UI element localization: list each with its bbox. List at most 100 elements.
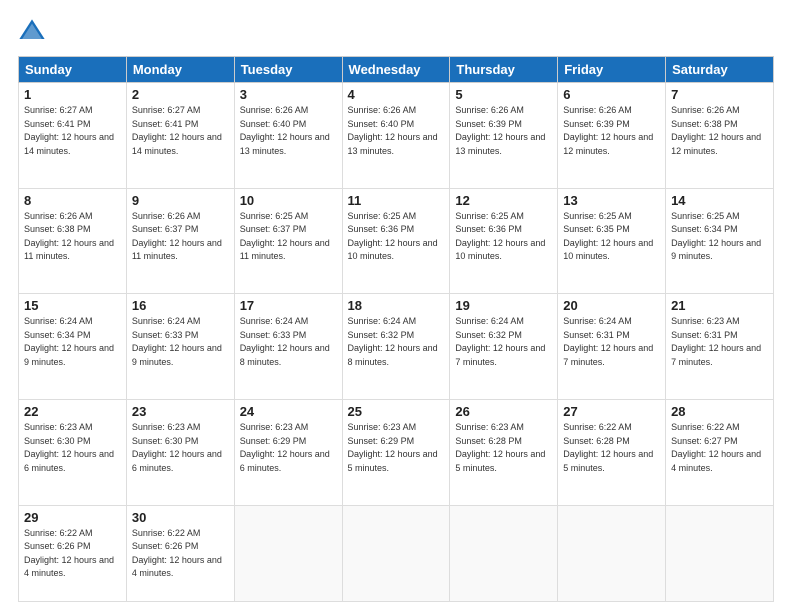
day-info: Sunrise: 6:22 AMSunset: 6:27 PMDaylight:…	[671, 422, 761, 473]
day-info: Sunrise: 6:26 AMSunset: 6:38 PMDaylight:…	[671, 105, 761, 156]
logo-icon	[18, 18, 46, 46]
calendar-cell: 8 Sunrise: 6:26 AMSunset: 6:38 PMDayligh…	[19, 188, 127, 294]
calendar-header-row: SundayMondayTuesdayWednesdayThursdayFrid…	[19, 57, 774, 83]
day-number: 13	[563, 193, 660, 208]
day-info: Sunrise: 6:25 AMSunset: 6:37 PMDaylight:…	[240, 211, 330, 262]
calendar-cell: 26 Sunrise: 6:23 AMSunset: 6:28 PMDaylig…	[450, 400, 558, 506]
day-number: 4	[348, 87, 445, 102]
calendar-cell	[666, 505, 774, 601]
day-number: 17	[240, 298, 337, 313]
day-info: Sunrise: 6:22 AMSunset: 6:26 PMDaylight:…	[24, 528, 114, 579]
day-number: 30	[132, 510, 229, 525]
day-header-tuesday: Tuesday	[234, 57, 342, 83]
week-row-2: 8 Sunrise: 6:26 AMSunset: 6:38 PMDayligh…	[19, 188, 774, 294]
day-info: Sunrise: 6:24 AMSunset: 6:33 PMDaylight:…	[240, 316, 330, 367]
calendar-cell: 29 Sunrise: 6:22 AMSunset: 6:26 PMDaylig…	[19, 505, 127, 601]
day-info: Sunrise: 6:25 AMSunset: 6:35 PMDaylight:…	[563, 211, 653, 262]
week-row-5: 29 Sunrise: 6:22 AMSunset: 6:26 PMDaylig…	[19, 505, 774, 601]
calendar-cell: 28 Sunrise: 6:22 AMSunset: 6:27 PMDaylig…	[666, 400, 774, 506]
day-header-sunday: Sunday	[19, 57, 127, 83]
calendar-cell: 17 Sunrise: 6:24 AMSunset: 6:33 PMDaylig…	[234, 294, 342, 400]
calendar-cell	[234, 505, 342, 601]
day-number: 9	[132, 193, 229, 208]
day-info: Sunrise: 6:23 AMSunset: 6:29 PMDaylight:…	[348, 422, 438, 473]
calendar-cell: 22 Sunrise: 6:23 AMSunset: 6:30 PMDaylig…	[19, 400, 127, 506]
day-info: Sunrise: 6:26 AMSunset: 6:40 PMDaylight:…	[240, 105, 330, 156]
calendar-cell: 3 Sunrise: 6:26 AMSunset: 6:40 PMDayligh…	[234, 83, 342, 189]
day-info: Sunrise: 6:27 AMSunset: 6:41 PMDaylight:…	[132, 105, 222, 156]
day-info: Sunrise: 6:26 AMSunset: 6:40 PMDaylight:…	[348, 105, 438, 156]
day-header-thursday: Thursday	[450, 57, 558, 83]
day-number: 18	[348, 298, 445, 313]
day-info: Sunrise: 6:25 AMSunset: 6:36 PMDaylight:…	[455, 211, 545, 262]
day-info: Sunrise: 6:24 AMSunset: 6:32 PMDaylight:…	[455, 316, 545, 367]
day-info: Sunrise: 6:23 AMSunset: 6:29 PMDaylight:…	[240, 422, 330, 473]
week-row-4: 22 Sunrise: 6:23 AMSunset: 6:30 PMDaylig…	[19, 400, 774, 506]
week-row-3: 15 Sunrise: 6:24 AMSunset: 6:34 PMDaylig…	[19, 294, 774, 400]
day-number: 16	[132, 298, 229, 313]
day-info: Sunrise: 6:23 AMSunset: 6:30 PMDaylight:…	[24, 422, 114, 473]
day-number: 15	[24, 298, 121, 313]
day-number: 8	[24, 193, 121, 208]
day-number: 20	[563, 298, 660, 313]
day-info: Sunrise: 6:23 AMSunset: 6:31 PMDaylight:…	[671, 316, 761, 367]
calendar-cell	[450, 505, 558, 601]
calendar-table: SundayMondayTuesdayWednesdayThursdayFrid…	[18, 56, 774, 602]
day-number: 26	[455, 404, 552, 419]
calendar-cell: 30 Sunrise: 6:22 AMSunset: 6:26 PMDaylig…	[126, 505, 234, 601]
day-header-wednesday: Wednesday	[342, 57, 450, 83]
calendar-cell: 21 Sunrise: 6:23 AMSunset: 6:31 PMDaylig…	[666, 294, 774, 400]
calendar-cell: 11 Sunrise: 6:25 AMSunset: 6:36 PMDaylig…	[342, 188, 450, 294]
calendar-cell	[558, 505, 666, 601]
day-info: Sunrise: 6:24 AMSunset: 6:33 PMDaylight:…	[132, 316, 222, 367]
day-info: Sunrise: 6:24 AMSunset: 6:31 PMDaylight:…	[563, 316, 653, 367]
day-info: Sunrise: 6:25 AMSunset: 6:34 PMDaylight:…	[671, 211, 761, 262]
calendar-cell: 14 Sunrise: 6:25 AMSunset: 6:34 PMDaylig…	[666, 188, 774, 294]
calendar-cell: 16 Sunrise: 6:24 AMSunset: 6:33 PMDaylig…	[126, 294, 234, 400]
calendar-cell: 10 Sunrise: 6:25 AMSunset: 6:37 PMDaylig…	[234, 188, 342, 294]
calendar-cell: 6 Sunrise: 6:26 AMSunset: 6:39 PMDayligh…	[558, 83, 666, 189]
day-info: Sunrise: 6:26 AMSunset: 6:39 PMDaylight:…	[563, 105, 653, 156]
day-header-saturday: Saturday	[666, 57, 774, 83]
day-number: 5	[455, 87, 552, 102]
calendar-cell: 24 Sunrise: 6:23 AMSunset: 6:29 PMDaylig…	[234, 400, 342, 506]
calendar-cell: 7 Sunrise: 6:26 AMSunset: 6:38 PMDayligh…	[666, 83, 774, 189]
calendar-cell: 1 Sunrise: 6:27 AMSunset: 6:41 PMDayligh…	[19, 83, 127, 189]
day-number: 29	[24, 510, 121, 525]
calendar-cell: 12 Sunrise: 6:25 AMSunset: 6:36 PMDaylig…	[450, 188, 558, 294]
day-number: 6	[563, 87, 660, 102]
calendar-cell: 9 Sunrise: 6:26 AMSunset: 6:37 PMDayligh…	[126, 188, 234, 294]
day-number: 3	[240, 87, 337, 102]
day-info: Sunrise: 6:25 AMSunset: 6:36 PMDaylight:…	[348, 211, 438, 262]
day-info: Sunrise: 6:26 AMSunset: 6:39 PMDaylight:…	[455, 105, 545, 156]
day-number: 25	[348, 404, 445, 419]
day-number: 27	[563, 404, 660, 419]
calendar-cell: 13 Sunrise: 6:25 AMSunset: 6:35 PMDaylig…	[558, 188, 666, 294]
day-number: 19	[455, 298, 552, 313]
day-header-friday: Friday	[558, 57, 666, 83]
day-info: Sunrise: 6:22 AMSunset: 6:26 PMDaylight:…	[132, 528, 222, 579]
day-number: 12	[455, 193, 552, 208]
day-info: Sunrise: 6:24 AMSunset: 6:34 PMDaylight:…	[24, 316, 114, 367]
day-number: 21	[671, 298, 768, 313]
calendar-cell: 27 Sunrise: 6:22 AMSunset: 6:28 PMDaylig…	[558, 400, 666, 506]
day-number: 11	[348, 193, 445, 208]
calendar-cell: 15 Sunrise: 6:24 AMSunset: 6:34 PMDaylig…	[19, 294, 127, 400]
calendar-cell: 18 Sunrise: 6:24 AMSunset: 6:32 PMDaylig…	[342, 294, 450, 400]
day-number: 28	[671, 404, 768, 419]
day-info: Sunrise: 6:26 AMSunset: 6:38 PMDaylight:…	[24, 211, 114, 262]
day-info: Sunrise: 6:24 AMSunset: 6:32 PMDaylight:…	[348, 316, 438, 367]
calendar-cell: 23 Sunrise: 6:23 AMSunset: 6:30 PMDaylig…	[126, 400, 234, 506]
day-number: 2	[132, 87, 229, 102]
day-info: Sunrise: 6:27 AMSunset: 6:41 PMDaylight:…	[24, 105, 114, 156]
day-info: Sunrise: 6:26 AMSunset: 6:37 PMDaylight:…	[132, 211, 222, 262]
day-number: 23	[132, 404, 229, 419]
week-row-1: 1 Sunrise: 6:27 AMSunset: 6:41 PMDayligh…	[19, 83, 774, 189]
calendar-cell: 19 Sunrise: 6:24 AMSunset: 6:32 PMDaylig…	[450, 294, 558, 400]
logo	[18, 18, 50, 46]
calendar-cell: 25 Sunrise: 6:23 AMSunset: 6:29 PMDaylig…	[342, 400, 450, 506]
calendar-cell: 4 Sunrise: 6:26 AMSunset: 6:40 PMDayligh…	[342, 83, 450, 189]
day-number: 7	[671, 87, 768, 102]
day-number: 22	[24, 404, 121, 419]
calendar-cell: 20 Sunrise: 6:24 AMSunset: 6:31 PMDaylig…	[558, 294, 666, 400]
